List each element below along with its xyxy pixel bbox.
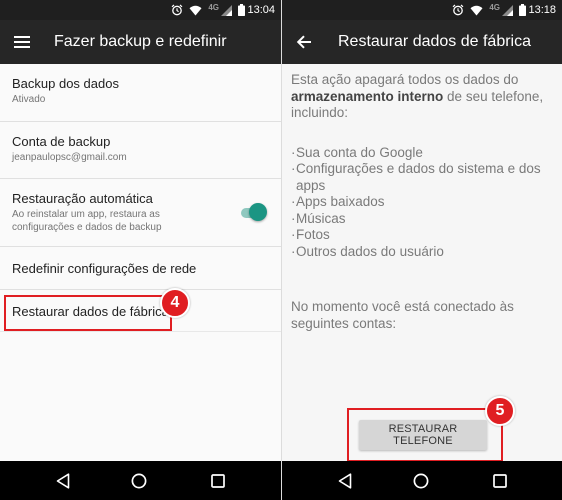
nav-home-icon[interactable]: [412, 472, 430, 490]
setting-title: Redefinir configurações de rede: [12, 261, 197, 276]
page-title: Fazer backup e redefinir: [54, 33, 227, 50]
network-type-label: 4G: [208, 2, 219, 12]
step-highlight-box: [4, 295, 172, 331]
setting-reset-network[interactable]: Redefinir configurações de rede: [0, 247, 281, 290]
back-arrow-icon[interactable]: [294, 32, 314, 52]
toggle-thumb: [249, 203, 267, 221]
setting-backup-data[interactable]: Backup dos dados Ativado: [0, 64, 281, 122]
status-clock: 13:18: [528, 4, 556, 16]
nav-back-icon[interactable]: [54, 472, 72, 490]
nav-recent-apps-icon[interactable]: [491, 472, 509, 490]
battery-icon: [238, 4, 245, 16]
menu-icon[interactable]: [12, 32, 32, 52]
wifi-icon: [189, 5, 202, 16]
setting-title: Backup dos dados: [12, 76, 119, 91]
app-bar: Fazer backup e redefinir: [0, 20, 281, 64]
navigation-bar: [0, 461, 281, 500]
erased-data-list: Sua conta do Google Configurações e dado…: [291, 145, 554, 261]
backup-reset-screen: 4G 13:04 Fazer backup e redefinir Backup…: [0, 0, 281, 500]
setting-subtitle: Ativado: [12, 94, 46, 105]
network-type-label: 4G: [489, 2, 500, 12]
list-item: Músicas: [291, 211, 554, 228]
list-item: Fotos: [291, 227, 554, 244]
alarm-icon: [452, 4, 464, 16]
list-item: Configurações e dados do sistema e dos a…: [291, 161, 554, 194]
page-title: Restaurar dados de fábrica: [338, 33, 531, 50]
status-bar: 4G 13:04: [0, 0, 281, 20]
intro-text-start: Esta ação apagará todos os dados do: [291, 72, 519, 87]
setting-backup-account[interactable]: Conta de backup jeanpaulopsc@gmail.com: [0, 122, 281, 179]
app-bar: Restaurar dados de fábrica: [282, 20, 562, 64]
wifi-icon: [470, 5, 483, 16]
step-badge: 4: [160, 288, 190, 318]
connected-accounts-text: No momento você está conectado às seguin…: [291, 299, 514, 331]
list-item: Apps baixados: [291, 194, 554, 211]
list-item: Outros dados do usuário: [291, 244, 554, 261]
battery-icon: [519, 4, 526, 16]
step-badge: 5: [485, 396, 515, 426]
list-item: Sua conta do Google: [291, 145, 554, 162]
status-bar: 4G 13:18: [282, 0, 562, 20]
setting-subtitle: Ao reinstalar um app, restaura as config…: [12, 209, 162, 233]
restore-phone-button[interactable]: RESTAURAR TELEFONE: [359, 420, 487, 450]
settings-list: Backup dos dados Ativado Conta de backup…: [0, 64, 281, 332]
status-clock: 13:04: [247, 4, 275, 16]
setting-subtitle: jeanpaulopsc@gmail.com: [12, 152, 127, 163]
setting-title: Conta de backup: [12, 134, 111, 149]
alarm-icon: [171, 4, 183, 16]
reset-description: Esta ação apagará todos os dados do arma…: [291, 72, 554, 332]
intro-text-bold: armazenamento interno: [291, 88, 444, 104]
signal-icon: [221, 4, 232, 16]
nav-recent-apps-icon[interactable]: [209, 472, 227, 490]
intro-text: Esta ação apagará todos os dados do arma…: [291, 72, 554, 122]
signal-icon: [502, 4, 513, 16]
auto-restore-toggle[interactable]: [241, 203, 267, 223]
setting-auto-restore[interactable]: Restauração automática Ao reinstalar um …: [0, 179, 281, 247]
navigation-bar: [282, 461, 562, 500]
nav-home-icon[interactable]: [130, 472, 148, 490]
factory-reset-screen: 4G 13:18 Restaurar dados de fábrica Esta…: [281, 0, 562, 500]
nav-back-icon[interactable]: [336, 472, 354, 490]
